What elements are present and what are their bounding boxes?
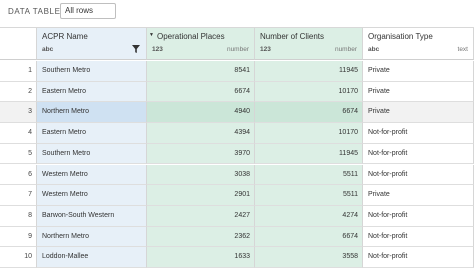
acpr-name-cell[interactable]: Northern Metro bbox=[37, 102, 147, 124]
operational-places-cell[interactable]: 2427 bbox=[147, 205, 255, 227]
operational-places-cell[interactable]: 3038 bbox=[147, 164, 255, 186]
row-index: 1 bbox=[0, 61, 37, 82]
row-index: 9 bbox=[0, 226, 37, 248]
number-of-clients-cell[interactable]: 11945 bbox=[255, 143, 363, 165]
acpr-name-cell[interactable]: Eastern Metro bbox=[37, 81, 147, 103]
row-index: 7 bbox=[0, 185, 37, 206]
operational-places-cell[interactable]: 2362 bbox=[147, 226, 255, 248]
toolbar: DATA TABLE All rows bbox=[0, 0, 474, 25]
column-name: Operational Places bbox=[157, 32, 225, 41]
row-index: 8 bbox=[0, 205, 37, 227]
number-of-clients-cell[interactable]: 3558 bbox=[255, 247, 363, 268]
organisation-type-cell[interactable]: Private bbox=[363, 102, 474, 124]
operational-places-cell[interactable]: 1633 bbox=[147, 247, 255, 268]
operational-places-cell[interactable]: 8541 bbox=[147, 61, 255, 82]
column-header-number-of-clients[interactable]: Number of Clients 123 number bbox=[255, 28, 363, 60]
organisation-type-cell[interactable]: Private bbox=[363, 81, 474, 103]
column-type: abc bbox=[42, 46, 54, 53]
row-index: 4 bbox=[0, 123, 37, 144]
acpr-name-cell[interactable]: Southern Metro bbox=[37, 61, 147, 82]
acpr-name-cell[interactable]: Barwon-South Western bbox=[37, 205, 147, 227]
column-header-organisation-type[interactable]: Organisation Type abc text bbox=[363, 28, 474, 60]
filter-icon[interactable] bbox=[132, 45, 140, 53]
column-name: ACPR Name bbox=[42, 32, 88, 41]
number-of-clients-cell[interactable]: 6674 bbox=[255, 226, 363, 248]
acpr-name-cell[interactable]: Eastern Metro bbox=[37, 123, 147, 144]
organisation-type-cell[interactable]: Not-for-profit bbox=[363, 226, 474, 248]
data-table-title: DATA TABLE bbox=[8, 7, 61, 16]
number-of-clients-cell[interactable]: 5511 bbox=[255, 164, 363, 186]
column-type-name: number bbox=[334, 46, 357, 53]
acpr-name-cell[interactable]: Northern Metro bbox=[37, 226, 147, 248]
rows-select[interactable]: All rows bbox=[60, 3, 116, 19]
organisation-type-cell[interactable]: Private bbox=[363, 61, 474, 82]
row-index: 3 bbox=[0, 102, 37, 124]
column-type-name: text bbox=[457, 46, 468, 53]
column-type: 123 bbox=[260, 46, 271, 53]
data-grid: ACPR Name abc ▼ Operational Places 123 n… bbox=[0, 27, 474, 268]
acpr-name-cell[interactable]: Western Metro bbox=[37, 185, 147, 206]
column-name: Number of Clients bbox=[260, 32, 325, 41]
column-type-name: number bbox=[226, 46, 249, 53]
table-row[interactable]: 6 Western Metro 3038 5511 Not-for-profit bbox=[0, 164, 474, 186]
table-row[interactable]: 5 Southern Metro 3970 11945 Not-for-prof… bbox=[0, 143, 474, 165]
acpr-name-cell[interactable]: Western Metro bbox=[37, 164, 147, 186]
number-of-clients-cell[interactable]: 11945 bbox=[255, 61, 363, 82]
table-row[interactable]: 2 Eastern Metro 6674 10170 Private bbox=[0, 81, 474, 103]
column-header-operational-places[interactable]: ▼ Operational Places 123 number bbox=[147, 28, 255, 60]
organisation-type-cell[interactable]: Not-for-profit bbox=[363, 164, 474, 186]
column-header-acpr[interactable]: ACPR Name abc bbox=[37, 28, 147, 60]
column-name: Organisation Type bbox=[368, 32, 433, 41]
column-type: 123 bbox=[152, 46, 163, 53]
number-of-clients-cell[interactable]: 6674 bbox=[255, 102, 363, 124]
table-row[interactable]: 9 Northern Metro 2362 6674 Not-for-profi… bbox=[0, 226, 474, 248]
organisation-type-cell[interactable]: Not-for-profit bbox=[363, 247, 474, 268]
operational-places-cell[interactable]: 2901 bbox=[147, 185, 255, 206]
table-row[interactable]: 4 Eastern Metro 4394 10170 Not-for-profi… bbox=[0, 123, 474, 144]
number-of-clients-cell[interactable]: 10170 bbox=[255, 123, 363, 144]
number-of-clients-cell[interactable]: 10170 bbox=[255, 81, 363, 103]
organisation-type-cell[interactable]: Not-for-profit bbox=[363, 123, 474, 144]
operational-places-cell[interactable]: 6674 bbox=[147, 81, 255, 103]
table-row[interactable]: 8 Barwon-South Western 2427 4274 Not-for… bbox=[0, 205, 474, 227]
organisation-type-cell[interactable]: Not-for-profit bbox=[363, 143, 474, 165]
index-header bbox=[0, 28, 37, 60]
acpr-name-cell[interactable]: Loddon-Mallee bbox=[37, 247, 147, 268]
row-index: 5 bbox=[0, 143, 37, 165]
acpr-name-cell[interactable]: Southern Metro bbox=[37, 143, 147, 165]
table-row[interactable]: 7 Western Metro 2901 5511 Private bbox=[0, 185, 474, 206]
sort-descending-icon[interactable]: ▼ bbox=[149, 32, 154, 38]
operational-places-cell[interactable]: 3970 bbox=[147, 143, 255, 165]
organisation-type-cell[interactable]: Private bbox=[363, 185, 474, 206]
operational-places-cell[interactable]: 4940 bbox=[147, 102, 255, 124]
row-index: 10 bbox=[0, 247, 37, 268]
organisation-type-cell[interactable]: Not-for-profit bbox=[363, 205, 474, 227]
table-row[interactable]: 1 Southern Metro 8541 11945 Private bbox=[0, 61, 474, 82]
row-index: 6 bbox=[0, 164, 37, 186]
number-of-clients-cell[interactable]: 4274 bbox=[255, 205, 363, 227]
column-type: abc bbox=[368, 46, 380, 53]
number-of-clients-cell[interactable]: 5511 bbox=[255, 185, 363, 206]
operational-places-cell[interactable]: 4394 bbox=[147, 123, 255, 144]
row-index: 2 bbox=[0, 81, 37, 103]
table-row[interactable]: 10 Loddon-Mallee 1633 3558 Not-for-profi… bbox=[0, 247, 474, 268]
table-row-selected[interactable]: 3 Northern Metro 4940 6674 Private bbox=[0, 102, 474, 124]
